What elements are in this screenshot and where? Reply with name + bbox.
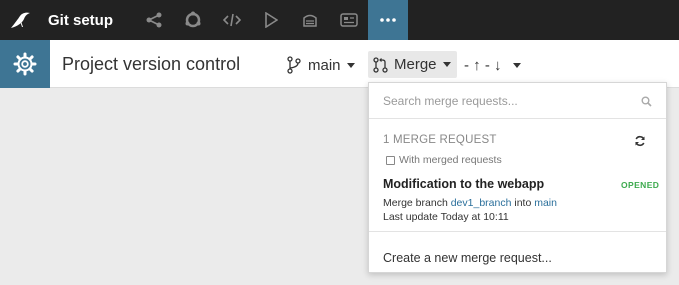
chevron-down-icon xyxy=(512,62,521,68)
desc-prefix: Merge branch xyxy=(383,197,448,209)
merge-request-icon xyxy=(373,56,388,73)
with-merged-checkbox[interactable] xyxy=(386,155,395,165)
chevron-down-icon xyxy=(442,62,451,67)
with-merged-label: With merged requests xyxy=(399,154,502,166)
merge-request-title: Modification to the webapp xyxy=(383,177,545,191)
top-navigation-bar: Git setup xyxy=(0,0,679,40)
status-badge: OPENED xyxy=(621,180,660,190)
git-branch-icon xyxy=(287,56,301,74)
play-icon[interactable] xyxy=(251,0,290,40)
merge-request-count: 1 MERGE REQUEST xyxy=(383,134,497,146)
last-update-text: Last update Today at 10:11 xyxy=(383,211,509,223)
source-branch-link[interactable]: dev1_branch xyxy=(451,197,512,209)
bird-logo-icon[interactable] xyxy=(0,0,40,40)
settings-gear-icon[interactable] xyxy=(0,40,50,88)
with-merged-requests-toggle[interactable]: With merged requests xyxy=(386,154,502,166)
create-merge-request-link[interactable]: Create a new merge request... xyxy=(383,251,552,265)
search-icon xyxy=(641,96,652,107)
refresh-icon[interactable] xyxy=(634,135,646,147)
branch-label: main xyxy=(308,56,341,74)
stack-icon[interactable] xyxy=(290,0,329,40)
sync-status-button[interactable]: - ↑ - ↓ xyxy=(464,54,521,76)
branch-selector-button[interactable]: main xyxy=(287,54,355,76)
page-header: Project version control main Merge - ↑ -… xyxy=(0,40,679,88)
merge-button[interactable]: Merge xyxy=(368,51,457,78)
merge-request-description: Merge branch dev1_branch into main xyxy=(383,197,557,209)
merge-request-item[interactable]: Modification to the webapp OPENED Merge … xyxy=(369,173,666,232)
page-title: Project version control xyxy=(62,54,241,74)
flow-icon[interactable] xyxy=(134,0,173,40)
merge-label: Merge xyxy=(394,56,437,73)
target-branch-link[interactable]: main xyxy=(534,197,557,209)
merge-requests-dropdown: 1 MERGE REQUEST With merged requests Mod… xyxy=(368,82,667,273)
desc-middle: into xyxy=(514,197,532,209)
cycle-icon[interactable] xyxy=(173,0,212,40)
sync-status-label: - ↑ - ↓ xyxy=(464,56,502,74)
search-input[interactable] xyxy=(383,91,633,111)
code-icon[interactable] xyxy=(212,0,251,40)
chevron-down-icon xyxy=(346,62,355,68)
dashboard-icon[interactable] xyxy=(329,0,368,40)
merge-request-search xyxy=(369,83,666,119)
more-icon[interactable] xyxy=(368,0,408,40)
project-title[interactable]: Git setup xyxy=(48,12,134,29)
